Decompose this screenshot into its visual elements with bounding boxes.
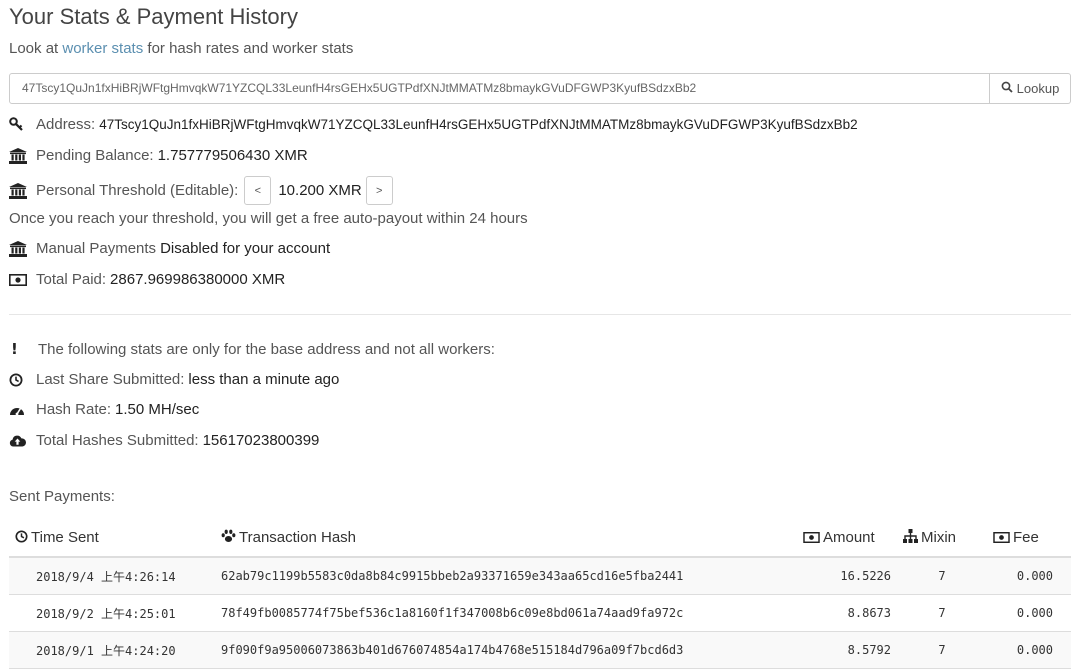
mixin-header-label: Mixin — [921, 528, 957, 546]
table-row: 2018/9/4 上午4:26:14 62ab79c1199b5583c0da8… — [9, 557, 1071, 595]
time-sent-header[interactable]: Time Sent — [9, 520, 215, 558]
fee-header-label: Fee — [1013, 529, 1039, 547]
page-subtitle: Look at worker stats for hash rates and … — [9, 40, 353, 57]
address-value: 47Tscy1QuJn1fxHiBRjWFtgHmvqkW71YZCQL33Le… — [99, 117, 858, 132]
total-hashes-label: Total Hashes Submitted: — [36, 432, 199, 449]
time-sent-cell: 2018/9/2 上午4:25:01 — [9, 594, 215, 632]
total-paid-row: Total Paid: 2867.969986380000 XMR — [9, 271, 285, 288]
base-stats-notice: The following stats are only for the bas… — [38, 340, 495, 358]
threshold-value[interactable]: 10.200 XMR — [278, 182, 361, 199]
subtitle-prefix: Look at — [9, 40, 63, 57]
fee-cell: 0.000 — [987, 557, 1071, 595]
total-paid-value: 2867.969986380000 XMR — [110, 271, 286, 288]
sitemap-icon — [903, 529, 918, 547]
address-row: Address: 47Tscy1QuJn1fxHiBRjWFtgHmvqkW71… — [9, 116, 858, 133]
threshold-label: Personal Threshold (Editable): — [36, 182, 239, 199]
worker-stats-link[interactable]: worker stats — [62, 40, 143, 57]
last-share-label: Last Share Submitted: — [36, 371, 185, 388]
key-icon — [9, 117, 27, 132]
sent-payments-label: Sent Payments: — [9, 488, 115, 505]
address-lookup: 47Tscy1QuJn1fxHiBRjWFtgHmvqkW71YZCQL33Le… — [9, 73, 1071, 104]
cloud-upload-icon — [9, 434, 27, 447]
payments-table: Time Sent Transaction Hash Amount Mixin … — [9, 520, 1071, 669]
transaction-hash-link[interactable]: 9f090f9a95006073863b401d676074854a174b47… — [215, 631, 797, 669]
time-sent-cell: 2018/9/1 上午4:24:20 — [9, 631, 215, 669]
hash-rate-row: Hash Rate: 1.50 MH/sec — [9, 401, 199, 418]
hash-rate-label: Hash Rate: — [36, 401, 112, 418]
money-icon — [803, 530, 820, 547]
base-stats-notice-row: ! The following stats are only for the b… — [9, 340, 495, 358]
threshold-note: Once you reach your threshold, you will … — [9, 210, 528, 227]
total-paid-label: Total Paid: — [36, 271, 107, 288]
amount-header[interactable]: Amount — [797, 520, 897, 558]
threshold-row: Personal Threshold (Editable): < 10.200 … — [9, 176, 393, 205]
threshold-decrease-button[interactable]: < — [244, 176, 272, 205]
paw-icon — [221, 529, 236, 547]
clock-icon — [15, 530, 28, 547]
table-row: 2018/9/2 上午4:25:01 78f49fb0085774f75bef5… — [9, 594, 1071, 632]
fee-header[interactable]: Fee — [987, 520, 1071, 558]
exclamation-icon: ! — [11, 340, 18, 358]
table-row: 2018/9/1 上午4:24:20 9f090f9a95006073863b4… — [9, 631, 1071, 669]
time-sent-header-label: Time Sent — [31, 529, 99, 547]
amount-cell: 8.8673 — [797, 594, 897, 632]
amount-header-label: Amount — [823, 529, 875, 547]
lookup-button[interactable]: Lookup — [990, 73, 1071, 104]
section-divider — [9, 314, 1071, 315]
lookup-label: Lookup — [1016, 81, 1060, 96]
threshold-increase-button[interactable]: > — [365, 176, 393, 205]
payments-header-row: Time Sent Transaction Hash Amount Mixin … — [9, 520, 1071, 558]
fee-cell: 0.000 — [987, 594, 1071, 632]
search-icon — [1001, 81, 1013, 96]
bank-icon — [9, 240, 27, 257]
address-label: Address: — [36, 116, 96, 133]
pending-balance-row: Pending Balance: 1.757779506430 XMR — [9, 147, 308, 164]
bank-icon — [9, 182, 27, 199]
manual-payments-label: Manual Payments — [36, 240, 157, 257]
bank-icon — [9, 147, 27, 164]
pending-value: 1.757779506430 XMR — [157, 147, 308, 164]
hash-rate-value: 1.50 MH/sec — [115, 401, 200, 418]
money-icon — [9, 273, 27, 286]
total-hashes-value: 15617023800399 — [202, 432, 320, 449]
amount-cell: 8.5792 — [797, 631, 897, 669]
page-title: Your Stats & Payment History — [9, 4, 298, 29]
time-sent-cell: 2018/9/4 上午4:26:14 — [9, 557, 215, 595]
subtitle-suffix: for hash rates and worker stats — [143, 40, 354, 57]
transaction-hash-header[interactable]: Transaction Hash — [215, 520, 797, 558]
address-input[interactable]: 47Tscy1QuJn1fxHiBRjWFtgHmvqkW71YZCQL33Le… — [9, 73, 990, 104]
manual-payments-value: Disabled for your account — [160, 240, 331, 257]
money-icon — [993, 530, 1010, 547]
transaction-hash-link[interactable]: 62ab79c1199b5583c0da8b84c9915bbeb2a93371… — [215, 557, 797, 595]
clock-icon — [9, 373, 27, 387]
transaction-hash-header-label: Transaction Hash — [239, 528, 356, 546]
mixin-cell: 7 — [897, 557, 987, 595]
pending-label: Pending Balance: — [36, 147, 154, 164]
manual-payments-row: Manual Payments Disabled for your accoun… — [9, 240, 330, 257]
last-share-value: less than a minute ago — [188, 371, 340, 388]
amount-cell: 16.5226 — [797, 557, 897, 595]
last-share-row: Last Share Submitted: less than a minute… — [9, 371, 339, 388]
dashboard-icon — [9, 403, 27, 417]
mixin-cell: 7 — [897, 631, 987, 669]
total-hashes-row: Total Hashes Submitted: 15617023800399 — [9, 432, 319, 449]
mixin-cell: 7 — [897, 594, 987, 632]
transaction-hash-link[interactable]: 78f49fb0085774f75bef536c1a8160f1f347008b… — [215, 594, 797, 632]
mixin-header[interactable]: Mixin — [897, 520, 987, 558]
fee-cell: 0.000 — [987, 631, 1071, 669]
